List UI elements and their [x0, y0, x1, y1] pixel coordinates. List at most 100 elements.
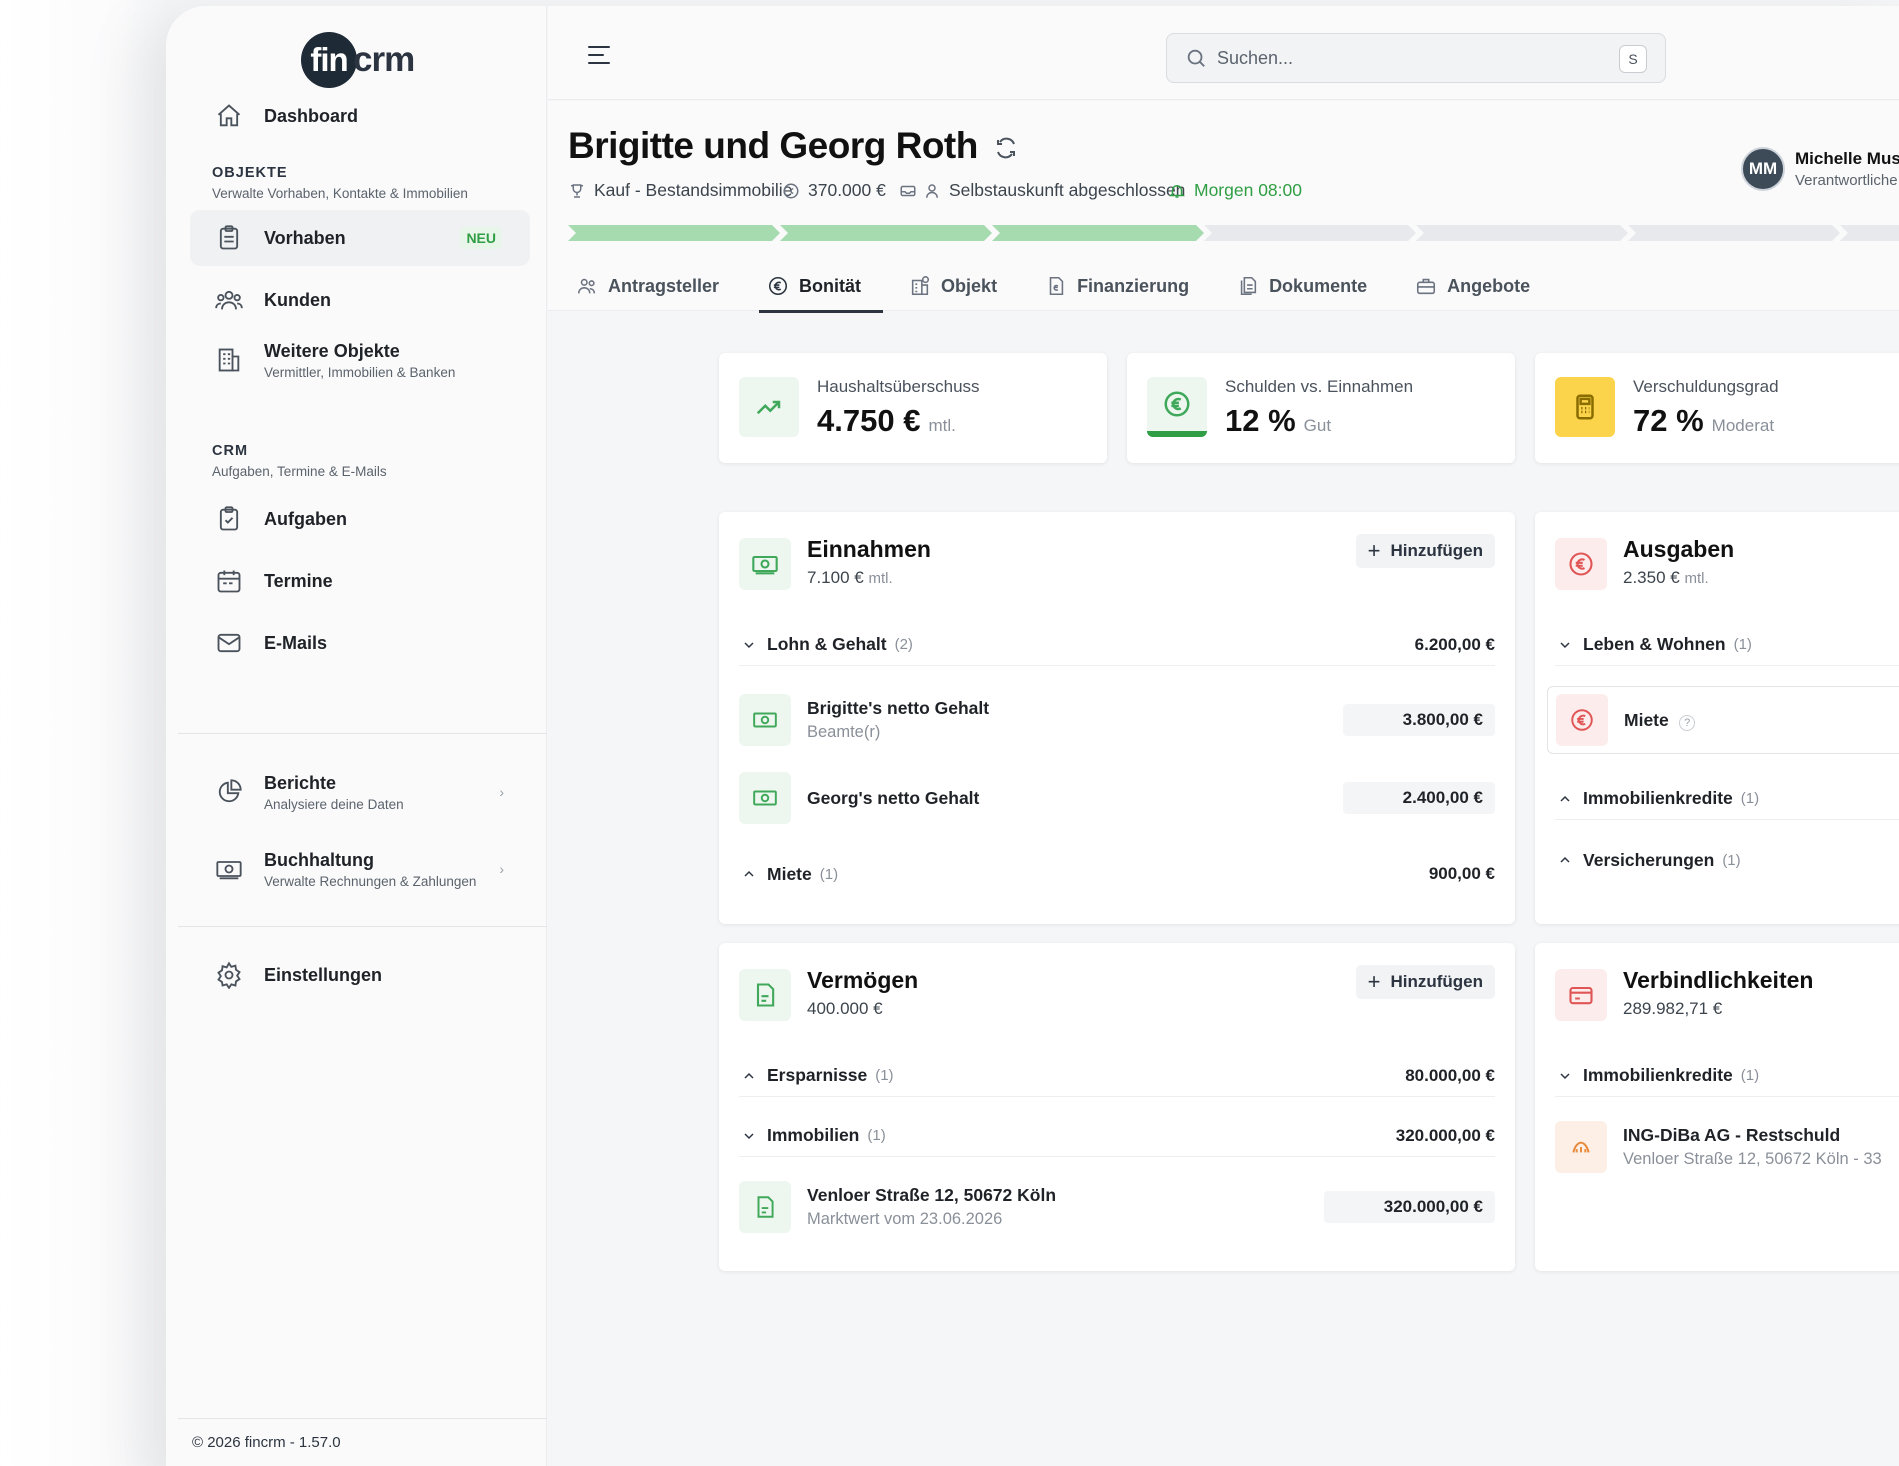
tab-dokumente[interactable]: Dokumente: [1229, 261, 1389, 311]
sidebar-label: E-Mails: [264, 632, 328, 653]
section-title-crm: CRM: [212, 443, 249, 459]
card-verbindlichkeiten: Verbindlichkeiten 289.982,71 € Immobilie…: [1535, 943, 1899, 1271]
section-subtitle-crm: Aufgaben, Termine & E-Mails: [212, 464, 387, 479]
tab-bonitaet[interactable]: Bonität: [759, 261, 884, 313]
person-icon: [926, 183, 938, 198]
group-label: Leben & Wohnen: [1583, 634, 1726, 654]
sidebar-label: Vorhaben: [264, 227, 346, 248]
sidebar-item-buchhaltung[interactable]: Buchhaltung Verwalte Rechnungen & Zahlun…: [190, 836, 530, 902]
meta-reminder[interactable]: Morgen 08:00: [1168, 180, 1302, 201]
sidebar-item-dashboard[interactable]: Dashboard: [190, 88, 530, 144]
add-vermoegen-button[interactable]: + Hinzufügen: [1355, 965, 1495, 999]
group-lohn-gehalt[interactable]: Lohn & Gehalt (2) 6.200,00 €: [739, 624, 1495, 666]
group-label: Versicherungen: [1583, 849, 1715, 870]
bank-logo-icon: [1555, 1121, 1607, 1173]
help-icon[interactable]: ?: [1679, 714, 1696, 731]
group-immobilien[interactable]: Immobilien (1) 320.000,00 €: [739, 1115, 1495, 1157]
group-versicherungen[interactable]: Versicherungen (1): [1555, 839, 1899, 881]
sidebar-item-aufgaben[interactable]: Aufgaben: [190, 491, 530, 547]
progress-step: [1204, 225, 1416, 241]
group-count: (1): [1722, 851, 1741, 869]
kpi-verschuldungsgrad: Verschuldungsgrad 72 % Moderat: [1535, 353, 1899, 463]
item-name: Miete: [1624, 709, 1669, 730]
list-item[interactable]: Miete ?: [1547, 686, 1899, 754]
trophy-icon: [571, 183, 583, 198]
tab-label: Bonität: [799, 275, 862, 296]
group-amount: 80.000,00 €: [1405, 1065, 1495, 1085]
clipboard-icon: [214, 223, 244, 253]
group-label: Immobilien: [767, 1125, 860, 1145]
item-sub: Beamte(r): [807, 723, 881, 741]
search-input[interactable]: Suchen... S: [1166, 33, 1666, 83]
tab-label: Antragsteller: [608, 275, 720, 296]
group-ersparnisse[interactable]: Ersparnisse (1) 80.000,00 €: [739, 1055, 1495, 1097]
group-miete[interactable]: Miete (1) 900,00 €: [739, 853, 1495, 895]
money-icon: [739, 538, 791, 590]
chevron-up-icon: [1555, 791, 1575, 807]
meta-status-label: Selbstauskunft abgeschlossen: [949, 180, 1186, 200]
group-label: Immobilienkredite: [1583, 788, 1733, 808]
documents-icon: [1240, 276, 1257, 296]
document-icon: [739, 1181, 791, 1233]
card-title: Verbindlichkeiten: [1623, 967, 1814, 993]
sidebar-item-kunden[interactable]: Kunden: [190, 272, 530, 328]
app-logo[interactable]: fin crm: [301, 30, 415, 90]
group-count: (1): [867, 1127, 886, 1144]
gear-icon: [214, 960, 244, 990]
search-placeholder: Suchen...: [1217, 47, 1294, 68]
group-immobilienkredite[interactable]: Immobilienkredite (1): [1555, 778, 1899, 820]
tab-antragsteller[interactable]: Antragsteller: [568, 261, 741, 311]
plus-icon: +: [1367, 538, 1381, 563]
group-count: (1): [819, 865, 839, 883]
group-leben-wohnen[interactable]: Leben & Wohnen (1): [1555, 624, 1899, 666]
sidebar-item-termine[interactable]: Termine: [190, 553, 530, 609]
briefcase-icon: [1417, 278, 1436, 295]
sidebar-label: Weitere Objekte: [264, 340, 400, 361]
sidebar-item-berichte[interactable]: Berichte Analysiere deine Daten ›: [190, 759, 530, 825]
add-einnahme-button[interactable]: + Hinzufügen: [1355, 534, 1495, 568]
tab-label: Angebote: [1447, 275, 1531, 296]
item-sub: Marktwert vom 23.06.2026: [807, 1210, 1003, 1228]
chevron-up-icon: [739, 866, 759, 882]
item-name: ING-DiBa AG - Restschuld: [1623, 1125, 1841, 1145]
sidebar-item-vorhaben[interactable]: Vorhaben NEU: [190, 210, 530, 266]
menu-icon[interactable]: [588, 46, 610, 70]
chevron-down-icon: [1555, 1068, 1575, 1084]
credit-card-icon: [1555, 969, 1607, 1021]
sidebar-sublabel: Vermittler, Immobilien & Banken: [264, 364, 456, 380]
tab-angebote[interactable]: Angebote: [1407, 261, 1552, 311]
group-count: (1): [1733, 636, 1752, 653]
tab-objekt[interactable]: Objekt: [901, 261, 1019, 311]
list-item[interactable]: ING-DiBa AG - Restschuld Venloer Straße …: [1555, 1119, 1899, 1175]
money-icon: [739, 772, 791, 824]
group-amount: 6.200,00 €: [1414, 634, 1495, 654]
group-label: Lohn & Gehalt: [767, 634, 887, 654]
user-name: Michelle Mus: [1795, 149, 1899, 168]
chevron-right-icon: ›: [499, 861, 504, 877]
kpi-label: Verschuldungsgrad: [1633, 377, 1779, 396]
sidebar-label: Dashboard: [264, 105, 359, 126]
meta-status: Selbstauskunft abgeschlossen: [899, 180, 1185, 201]
sidebar-item-einstellungen[interactable]: Einstellungen: [190, 947, 530, 1003]
list-item[interactable]: Georg's netto Gehalt 2.400,00 €: [739, 770, 1495, 826]
chevron-up-icon: [739, 1068, 759, 1084]
card-total: 400.000 €: [807, 999, 883, 1018]
user-menu[interactable]: MM Michelle Mus Verantwortliche: [1741, 147, 1899, 191]
task-icon: [214, 504, 244, 534]
tab-finanzierung[interactable]: Finanzierung: [1037, 261, 1211, 311]
sidebar: fin crm Dashboard OBJEKTE Verwalte Vorha…: [166, 6, 547, 1466]
list-item[interactable]: Brigitte's netto Gehalt Beamte(r) 3.800,…: [739, 692, 1495, 748]
sidebar-item-emails[interactable]: E-Mails: [190, 615, 530, 671]
document-icon: [739, 969, 791, 1021]
group-immobilienkredite[interactable]: Immobilienkredite (1): [1555, 1055, 1899, 1097]
inbox-icon: [900, 185, 916, 196]
sidebar-item-weitere-objekte[interactable]: Weitere Objekte Vermittler, Immobilien &…: [190, 327, 530, 393]
logo-mark: fin: [301, 32, 357, 88]
euro-icon: [1555, 538, 1607, 590]
refresh-icon[interactable]: [994, 136, 1018, 160]
chevron-up-icon: [1555, 852, 1575, 868]
card-ausgaben: Ausgaben 2.350 € mtl. Leben & Wohnen (1)…: [1535, 512, 1899, 924]
kpi-value: 72 % Moderat: [1633, 403, 1775, 438]
card-title: Vermögen: [807, 967, 919, 993]
list-item[interactable]: Venloer Straße 12, 50672 Köln Marktwert …: [739, 1179, 1495, 1235]
